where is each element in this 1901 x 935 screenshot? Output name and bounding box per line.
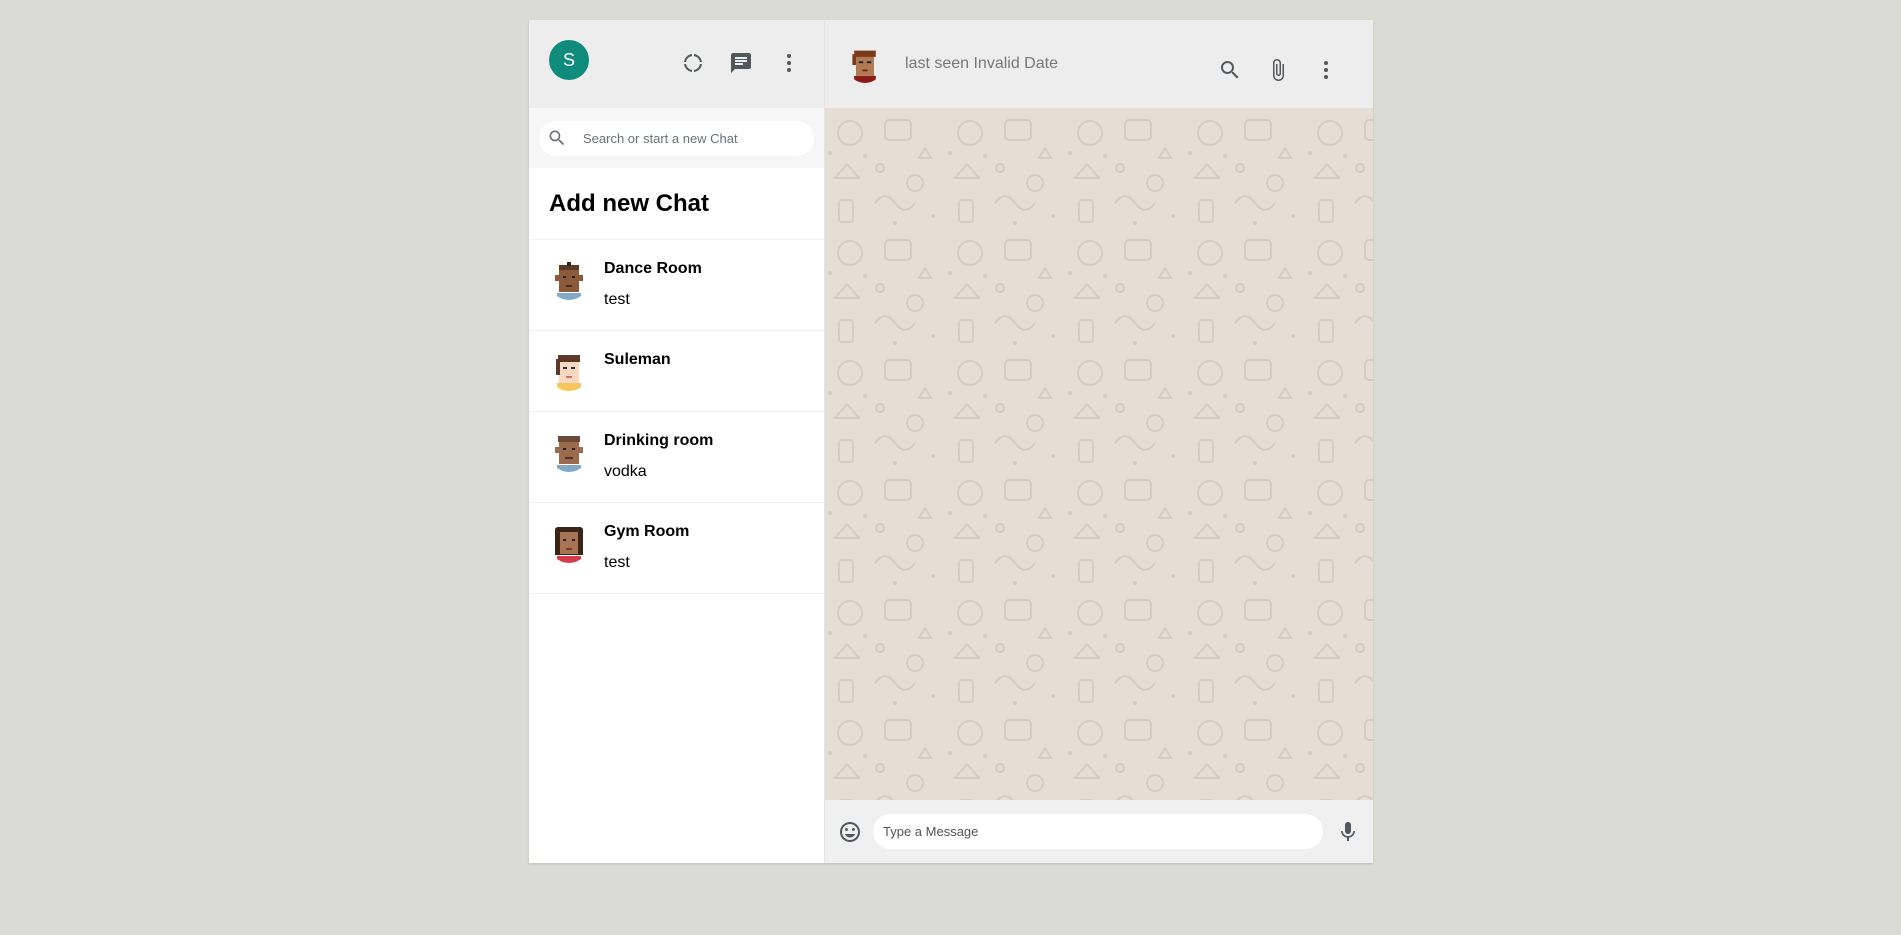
search-bar bbox=[529, 108, 824, 168]
chat-name: Dance Room bbox=[604, 260, 702, 277]
sidebar-header-icons bbox=[680, 50, 802, 76]
contact-avatar[interactable] bbox=[847, 47, 883, 83]
chat-info: Suleman bbox=[604, 347, 671, 382]
chat-last-message: test bbox=[604, 554, 630, 571]
chat-header: last seen Invalid Date bbox=[825, 20, 1373, 108]
user-avatar[interactable]: S bbox=[549, 40, 589, 80]
chat-info: Dance Room test bbox=[604, 256, 702, 309]
chat-panel: last seen Invalid Date bbox=[825, 20, 1373, 863]
chat-list-item[interactable]: Dance Room test bbox=[529, 240, 824, 331]
search-icon bbox=[549, 130, 565, 146]
chat-last-message: test bbox=[604, 291, 630, 308]
chat-info: Gym Room test bbox=[604, 519, 689, 572]
search-input[interactable] bbox=[581, 129, 814, 147]
whatsapp-clone-window: S Add new Chat bbox=[529, 20, 1373, 863]
chat-footer bbox=[825, 800, 1373, 863]
chat-avatar bbox=[549, 260, 589, 300]
status-icon[interactable] bbox=[680, 50, 706, 76]
chat-avatar bbox=[549, 523, 589, 563]
chat-avatar bbox=[549, 351, 589, 391]
chat-name: Gym Room bbox=[604, 523, 690, 540]
chat-info: Drinking room vodka bbox=[604, 428, 713, 481]
sidebar-header: S bbox=[529, 20, 824, 108]
sidebar-menu-icon[interactable] bbox=[776, 50, 802, 76]
last-seen-status: last seen Invalid Date bbox=[905, 55, 1058, 72]
chat-wallpaper bbox=[825, 108, 1373, 800]
chat-header-icons bbox=[1217, 57, 1339, 83]
chat-list-item[interactable]: Suleman bbox=[529, 331, 824, 412]
chat-name: Suleman bbox=[604, 351, 671, 368]
search-box[interactable] bbox=[539, 120, 814, 156]
chat-avatar bbox=[549, 432, 589, 472]
new-chat-icon[interactable] bbox=[728, 50, 754, 76]
emoji-icon[interactable] bbox=[837, 819, 863, 845]
search-icon[interactable] bbox=[1217, 57, 1243, 83]
doodle-pattern bbox=[825, 108, 1373, 800]
message-input[interactable] bbox=[873, 814, 1323, 849]
sidebar: S Add new Chat bbox=[529, 20, 825, 863]
mic-icon[interactable] bbox=[1335, 819, 1361, 845]
chat-list-item[interactable]: Drinking room vodka bbox=[529, 412, 824, 503]
chat-last-message: vodka bbox=[604, 463, 647, 480]
add-new-chat-button[interactable]: Add new Chat bbox=[529, 168, 824, 240]
chat-list-item[interactable]: Gym Room test bbox=[529, 503, 824, 594]
chat-name: Drinking room bbox=[604, 432, 714, 449]
attach-icon[interactable] bbox=[1265, 57, 1291, 83]
chat-menu-icon[interactable] bbox=[1313, 57, 1339, 83]
